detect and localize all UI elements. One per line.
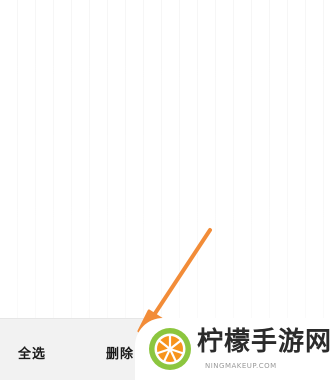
select-all-button[interactable]: 全选 xyxy=(18,343,46,362)
watermark: 柠檬手游网 NINGMAKEUP.COM xyxy=(135,318,334,380)
delete-button[interactable]: 删除 xyxy=(106,343,134,362)
lemon-logo-icon xyxy=(149,328,191,370)
watermark-title: 柠檬手游网 xyxy=(197,327,333,357)
content-overlay xyxy=(0,0,334,318)
watermark-subtitle: NINGMAKEUP.COM xyxy=(205,362,277,370)
